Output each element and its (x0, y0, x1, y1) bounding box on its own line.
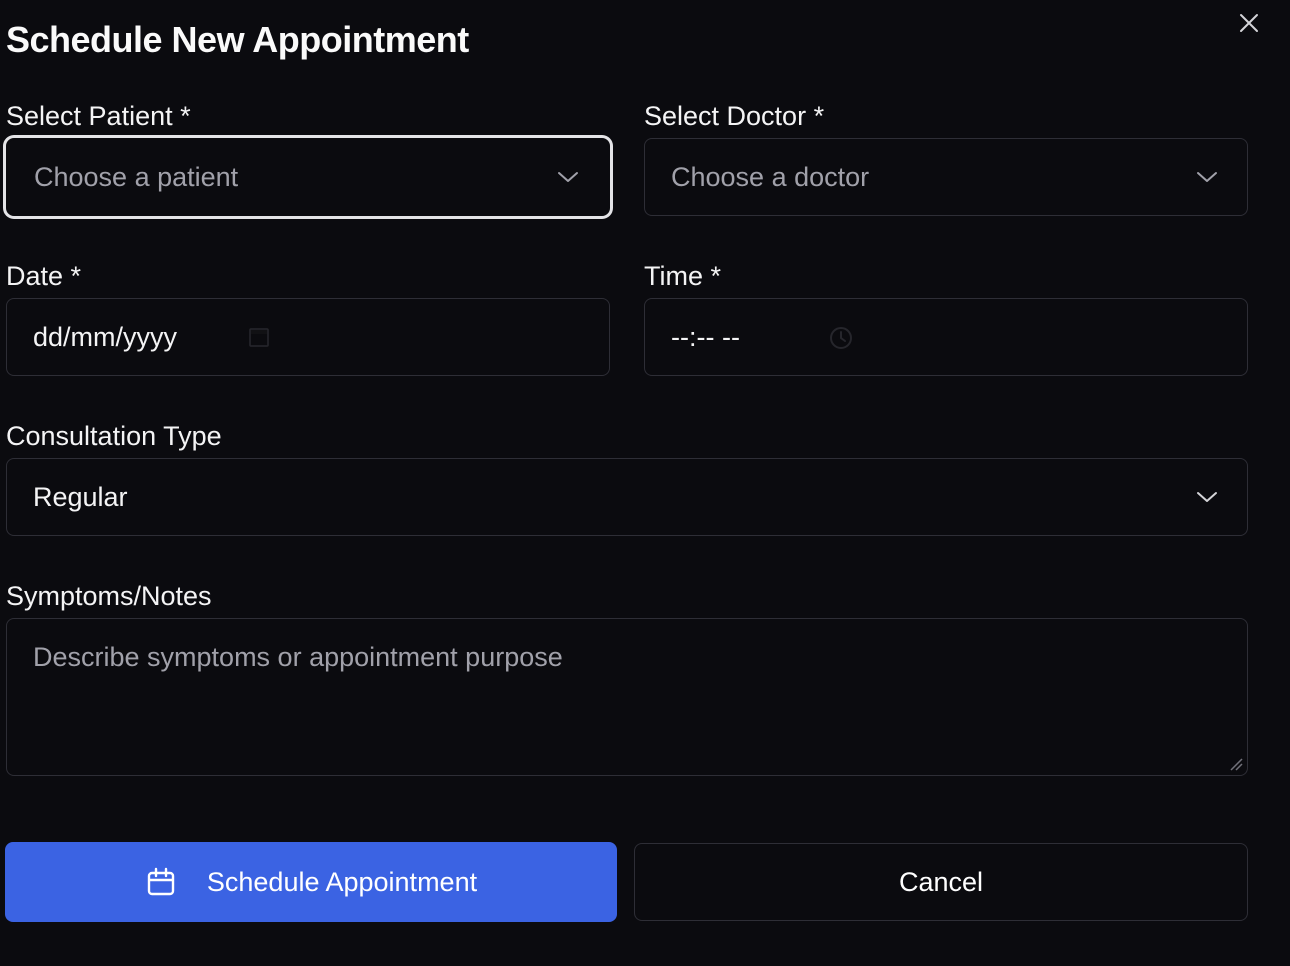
doctor-label: Select Doctor * (644, 101, 825, 131)
schedule-appointment-button[interactable]: Schedule Appointment (5, 842, 617, 922)
calendar-icon[interactable] (247, 325, 271, 349)
doctor-select-placeholder: Choose a doctor (671, 162, 870, 192)
date-input-value: dd/mm/yyyy (33, 322, 178, 352)
dialog-title: Schedule New Appointment (6, 19, 469, 60)
time-input[interactable]: --:-- -- (644, 298, 1248, 376)
notes-textarea[interactable]: Describe symptoms or appointment purpose (6, 618, 1248, 776)
chevron-down-icon (1195, 485, 1219, 509)
date-input[interactable]: dd/mm/yyyy (6, 298, 610, 376)
patient-select-placeholder: Choose a patient (34, 162, 239, 192)
patient-select[interactable]: Choose a patient (6, 138, 610, 216)
notes-placeholder: Describe symptoms or appointment purpose (33, 642, 563, 672)
notes-label: Symptoms/Notes (6, 581, 212, 611)
consultation-type-label: Consultation Type (6, 421, 222, 451)
cancel-button[interactable]: Cancel (634, 843, 1248, 921)
calendar-icon (147, 867, 175, 896)
consultation-type-value: Regular (33, 482, 128, 512)
schedule-appointment-dialog: Schedule New Appointment Select Patient … (0, 0, 1290, 966)
patient-label: Select Patient * (6, 101, 191, 131)
date-label: Date * (6, 261, 82, 291)
clock-icon[interactable] (829, 326, 853, 350)
consultation-type-select[interactable]: Regular (6, 458, 1248, 536)
resize-handle-icon[interactable] (1229, 757, 1243, 771)
close-icon (1240, 14, 1258, 32)
close-button[interactable] (1232, 6, 1266, 40)
time-input-value: --:-- -- (671, 322, 740, 352)
chevron-down-icon (556, 165, 580, 189)
doctor-select[interactable]: Choose a doctor (644, 138, 1248, 216)
cancel-label: Cancel (898, 866, 984, 897)
time-label: Time * (644, 261, 722, 291)
schedule-appointment-label: Schedule Appointment (206, 866, 478, 897)
chevron-down-icon (1195, 165, 1219, 189)
